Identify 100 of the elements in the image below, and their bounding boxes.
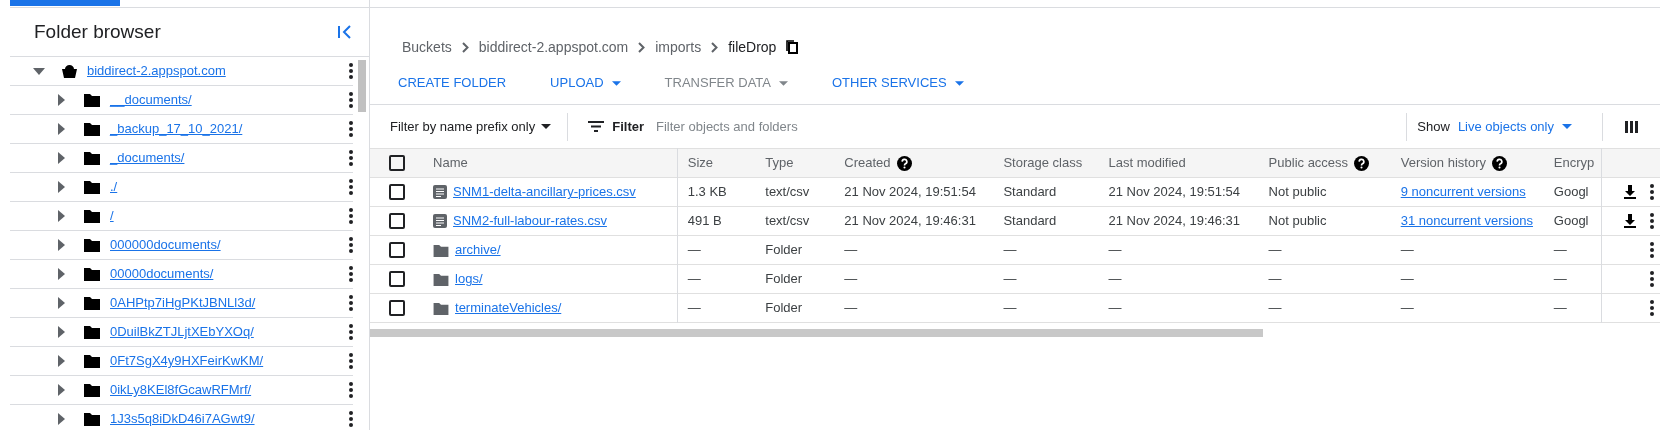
file-link[interactable]: SNM2-full-labour-rates.csv [453, 211, 607, 231]
checkbox[interactable] [388, 155, 405, 171]
expand-arrow-icon[interactable] [57, 239, 65, 251]
expand-arrow-icon[interactable] [57, 413, 65, 425]
folder-link[interactable]: _documents/ [110, 148, 349, 168]
more-options-icon[interactable] [349, 92, 353, 108]
more-options-icon[interactable] [349, 353, 353, 369]
show-dropdown[interactable]: Live objects only [1457, 116, 1602, 137]
folder-link[interactable]: __documents/ [110, 90, 349, 110]
folder-link[interactable]: _backup_17_10_2021/ [110, 119, 349, 139]
expand-arrow-icon[interactable] [57, 268, 65, 280]
filter-input[interactable]: Filter objects and folders [656, 116, 1407, 137]
download-icon[interactable] [1624, 214, 1636, 228]
expand-arrow-icon[interactable] [57, 123, 65, 135]
expand-arrow-icon[interactable] [57, 297, 65, 309]
table-cell: — [687, 271, 701, 287]
folder-icon [84, 296, 100, 310]
more-options-icon[interactable] [349, 63, 353, 79]
column-header[interactable]: Public access [1268, 153, 1349, 173]
toolbar-button[interactable]: UPLOAD [538, 65, 633, 101]
more-options-icon[interactable] [1650, 213, 1654, 229]
folder-link[interactable]: 0ikLy8KEl8fGcawRFMrf/ [110, 380, 349, 400]
column-header[interactable]: Name [433, 153, 468, 173]
more-options-icon[interactable] [349, 150, 353, 166]
toolbar-button[interactable]: OTHER SERVICES [820, 65, 976, 101]
more-options-icon[interactable] [349, 324, 353, 340]
column-header[interactable]: Version history [1400, 153, 1486, 173]
caret-icon [541, 124, 552, 129]
folder-icon [84, 122, 100, 136]
scrollbar[interactable] [358, 60, 366, 112]
copy-icon[interactable] [786, 40, 799, 54]
breadcrumb-link[interactable]: Buckets [398, 36, 456, 58]
checkbox[interactable] [388, 184, 405, 200]
folder-link[interactable]: 1J3s5q8iDkD46i7AGwt9/ [110, 409, 349, 429]
table-cell: — [1400, 300, 1414, 316]
help-icon[interactable] [1491, 155, 1507, 171]
expand-arrow-icon[interactable] [57, 210, 65, 222]
folder-link[interactable]: 0AHPtp7iHgPKtJBNLl3d/ [110, 293, 349, 313]
chevron-right-icon [461, 41, 469, 53]
more-options-icon[interactable] [349, 237, 353, 253]
folder-link[interactable]: 000000documents/ [110, 235, 349, 255]
more-options-icon[interactable] [1650, 300, 1654, 316]
folder-link[interactable]: ./ [110, 177, 349, 197]
horizontal-scrollbar[interactable] [370, 329, 1263, 337]
more-options-icon[interactable] [349, 208, 353, 224]
checkbox[interactable] [388, 242, 405, 258]
table-cell: — [1400, 271, 1414, 287]
caret-icon [1562, 124, 1572, 129]
more-options-icon[interactable] [349, 266, 353, 282]
table-cell: Folder [765, 300, 803, 316]
folder-link[interactable]: 0Ft7SgX4y9HXFeirKwKM/ [110, 351, 349, 371]
folder-link[interactable]: logs/ [455, 269, 483, 289]
folder-icon [84, 209, 100, 223]
expand-arrow-icon[interactable] [57, 326, 65, 338]
expand-arrow-icon[interactable] [57, 181, 65, 193]
checkbox[interactable] [388, 213, 405, 229]
column-header[interactable]: Type [765, 153, 794, 173]
versions-link[interactable]: 9 noncurrent versions [1400, 184, 1526, 200]
filter-icon [588, 121, 605, 132]
filter-mode-dropdown[interactable]: Filter by name prefix only [370, 116, 568, 137]
more-options-icon[interactable] [349, 179, 353, 195]
more-options-icon[interactable] [1650, 184, 1654, 200]
column-header[interactable]: Encryp [1553, 153, 1595, 173]
more-options-icon[interactable] [1650, 242, 1654, 258]
table-cell: — [1553, 242, 1567, 258]
checkbox[interactable] [388, 300, 405, 316]
column-display-icon[interactable] [1625, 120, 1638, 133]
column-header[interactable]: Size [687, 153, 713, 173]
table-cell: Not public [1268, 213, 1327, 229]
table-cell: Googl [1553, 184, 1589, 200]
more-options-icon[interactable] [349, 295, 353, 311]
download-icon[interactable] [1624, 185, 1636, 199]
more-options-icon[interactable] [349, 382, 353, 398]
toolbar-button[interactable]: CREATE FOLDER [386, 65, 519, 101]
folder-link[interactable]: / [110, 206, 349, 226]
checkbox[interactable] [388, 271, 405, 287]
versions-link[interactable]: 31 noncurrent versions [1400, 213, 1533, 229]
expand-arrow-icon[interactable] [57, 355, 65, 367]
breadcrumb-link[interactable]: biddirect-2.appspot.com [474, 36, 633, 58]
folder-link[interactable]: archive/ [455, 240, 501, 260]
help-icon[interactable] [1354, 155, 1370, 171]
expand-arrow-icon[interactable] [57, 94, 65, 106]
collapse-panel-icon[interactable] [337, 24, 353, 40]
collapse-arrow-icon[interactable] [33, 67, 45, 75]
column-header[interactable]: Last modified [1108, 153, 1186, 173]
expand-arrow-icon[interactable] [57, 384, 65, 396]
folder-link[interactable]: terminateVehicles/ [455, 298, 562, 318]
more-options-icon[interactable] [349, 121, 353, 137]
bucket-link[interactable]: biddirect-2.appspot.com [87, 61, 349, 81]
filter-button[interactable]: Filter [568, 116, 657, 137]
column-header[interactable]: Storage class [1003, 153, 1083, 173]
folder-link[interactable]: 0DuilBkZTJLjtXEbYXOq/ [110, 322, 349, 342]
breadcrumb-link[interactable]: imports [651, 36, 706, 58]
file-link[interactable]: SNM1-delta-ancillary-prices.csv [453, 182, 636, 202]
folder-link[interactable]: 00000documents/ [110, 264, 349, 284]
more-options-icon[interactable] [1650, 271, 1654, 287]
more-options-icon[interactable] [349, 411, 353, 427]
help-icon[interactable] [896, 155, 912, 171]
column-header[interactable]: Created [844, 153, 891, 173]
expand-arrow-icon[interactable] [57, 152, 65, 164]
